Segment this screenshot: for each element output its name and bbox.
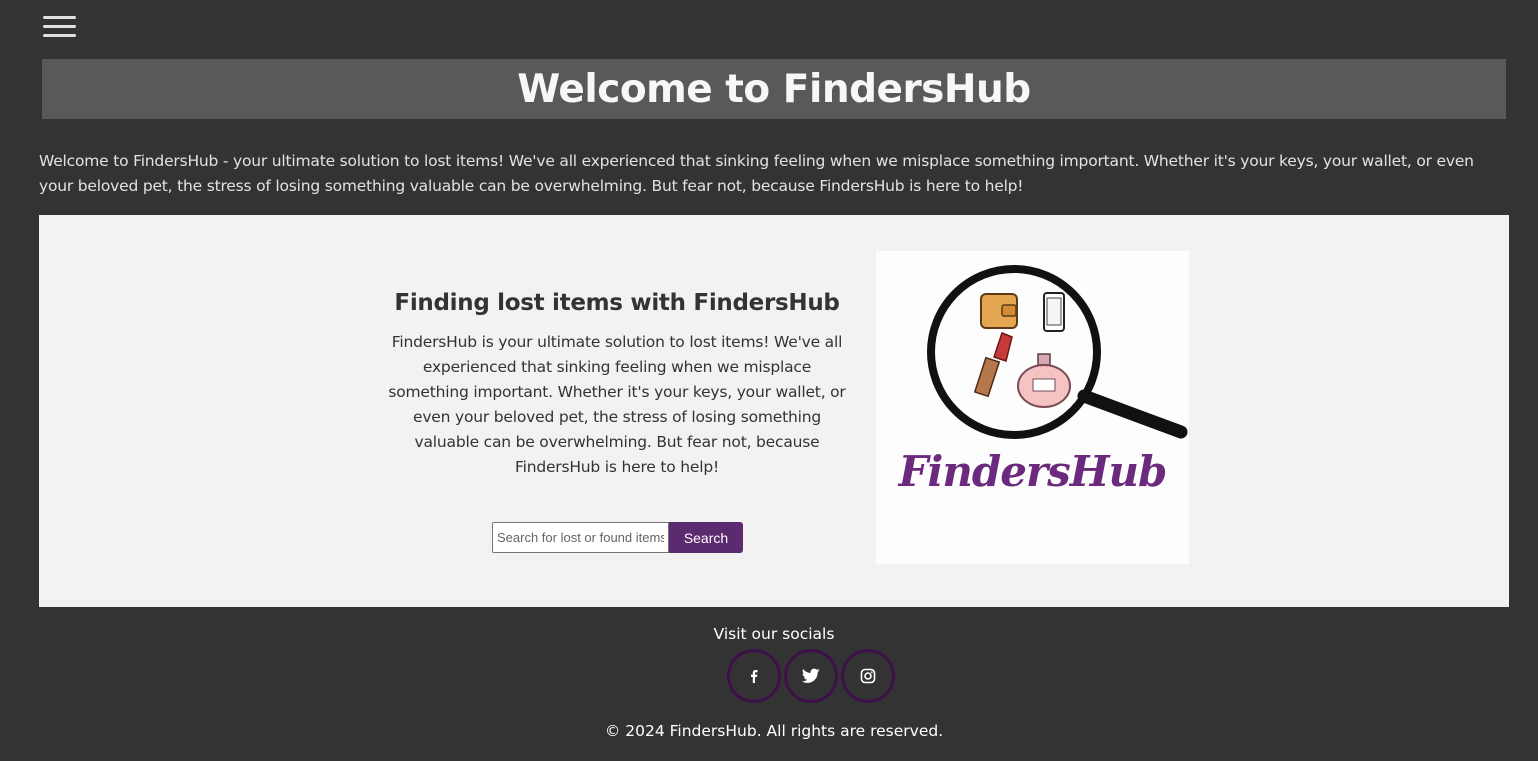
hamburger-menu-icon[interactable] [43, 15, 76, 39]
lipstick-icon [973, 332, 1013, 398]
perfume-icon [1017, 353, 1071, 408]
findershub-logo: FindersHub [876, 251, 1189, 564]
page-title: Welcome to FindersHub [517, 66, 1031, 112]
feature-body: FindersHub is your ultimate solution to … [388, 333, 846, 476]
intro-paragraph: Welcome to FindersHub - your ultimate so… [39, 152, 1474, 195]
copyright-text: © 2024 FindersHub. All rights are reserv… [604, 722, 944, 740]
feature-panel: Finding lost items with FindersHub Finde… [39, 215, 1509, 607]
facebook-link[interactable] [727, 649, 781, 703]
facebook-icon [751, 670, 758, 683]
instagram-link[interactable] [841, 649, 895, 703]
feature-heading: Finding lost items with FindersHub [394, 290, 840, 316]
twitter-link[interactable] [784, 649, 838, 703]
social-links [727, 649, 895, 703]
search-form: Search [492, 522, 743, 553]
twitter-icon [802, 668, 820, 683]
phone-icon [1043, 292, 1065, 332]
hero-banner: Welcome to FindersHub [42, 59, 1506, 119]
magnifying-glass-icon [927, 265, 1188, 439]
search-button[interactable]: Search [669, 522, 743, 553]
instagram-icon [860, 668, 876, 684]
wallet-icon [980, 293, 1018, 329]
logo-wordmark: FindersHub [898, 447, 1168, 496]
socials-title: Visit our socials [713, 625, 835, 643]
search-input[interactable] [492, 522, 669, 553]
feature-text: Finding lost items with FindersHub Finde… [376, 290, 858, 480]
